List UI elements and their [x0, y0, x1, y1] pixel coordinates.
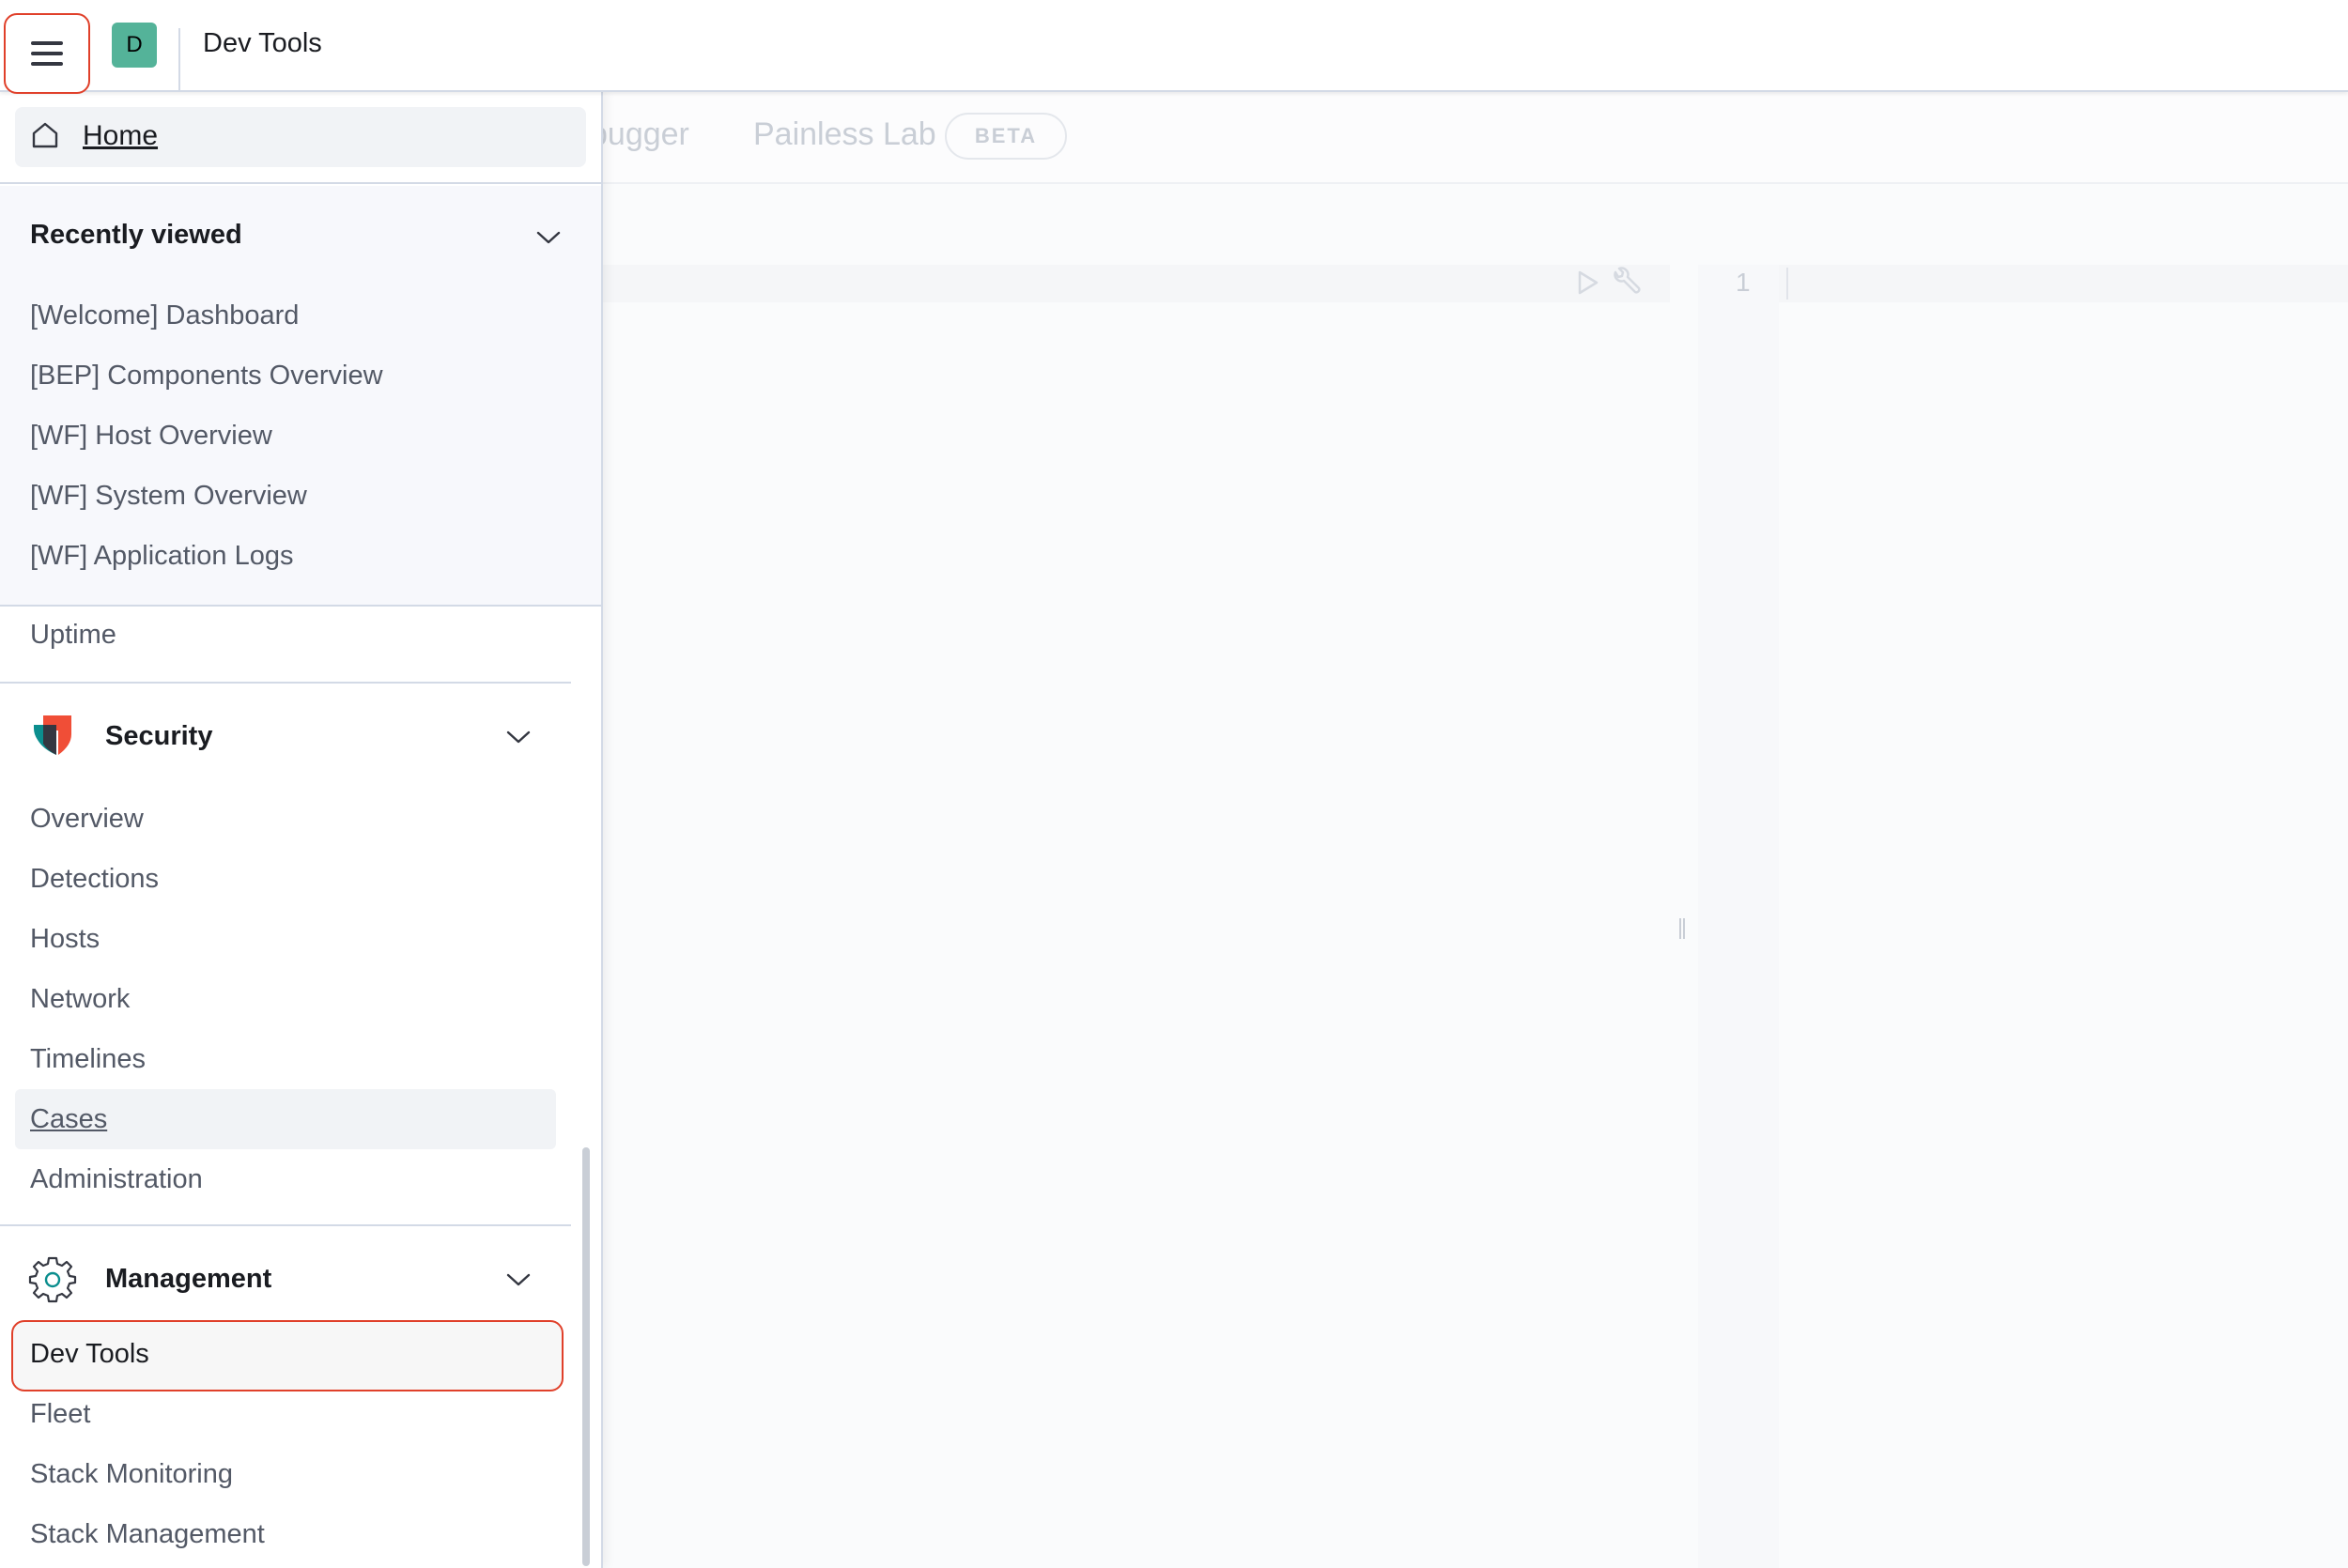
chevron-down-icon[interactable]: [535, 229, 562, 246]
nav-item-network[interactable]: Network: [30, 984, 130, 1015]
side-navigation: Home Recently viewed [Welcome] Dashboard…: [0, 92, 603, 1568]
nav-item-uptime[interactable]: Uptime: [30, 620, 116, 651]
recent-item[interactable]: [WF] Host Overview: [30, 421, 272, 452]
nav-item-fleet[interactable]: Fleet: [30, 1399, 90, 1430]
gear-icon: [28, 1256, 77, 1303]
recent-item[interactable]: [BEP] Components Overview: [30, 361, 383, 392]
nav-item-hosts[interactable]: Hosts: [30, 924, 100, 955]
editor-cursor: [1786, 268, 1788, 300]
security-logo-icon: [34, 715, 71, 755]
nav-item-overview[interactable]: Overview: [30, 804, 144, 835]
breadcrumb-current: Dev Tools: [203, 28, 322, 58]
recently-viewed-title[interactable]: Recently viewed: [30, 220, 242, 251]
nav-item-detections[interactable]: Detections: [30, 864, 159, 895]
management-section-title[interactable]: Management: [105, 1264, 271, 1295]
header-divider: [178, 28, 180, 90]
console-response-panel: [1779, 265, 2348, 302]
nav-home[interactable]: Home: [15, 107, 586, 167]
panel-resize-handle[interactable]: [1677, 916, 1687, 941]
line-number: 1: [1736, 268, 1751, 297]
play-icon[interactable]: [1576, 269, 1600, 297]
divider: [0, 605, 601, 607]
space-avatar[interactable]: D: [112, 23, 157, 68]
recent-item[interactable]: [WF] Application Logs: [30, 541, 293, 572]
tab-painless-lab[interactable]: Painless Lab: [753, 116, 936, 153]
security-section-title[interactable]: Security: [105, 721, 212, 752]
nav-item-dev-tools[interactable]: Dev Tools: [30, 1339, 149, 1370]
nav-item-timelines[interactable]: Timelines: [30, 1044, 146, 1075]
nav-item-cases[interactable]: Cases: [30, 1104, 107, 1135]
nav-item-stack-monitoring[interactable]: Stack Monitoring: [30, 1459, 233, 1490]
recently-viewed-section: Recently viewed [Welcome] Dashboard [BEP…: [0, 186, 601, 605]
tab-grok-debugger[interactable]: bugger: [590, 116, 689, 153]
nav-home-label[interactable]: Home: [83, 120, 158, 152]
hamburger-icon: [31, 41, 63, 66]
beta-badge: BETA: [945, 113, 1067, 160]
home-icon: [32, 122, 58, 148]
dev-tools-app: [601, 92, 2348, 1568]
chevron-down-icon[interactable]: [505, 1271, 532, 1288]
console-request-editor[interactable]: [601, 265, 1670, 302]
top-header: D Dev Tools: [0, 0, 2348, 94]
nav-item-stack-management[interactable]: Stack Management: [30, 1519, 265, 1550]
divider: [0, 682, 571, 684]
response-gutter: [1698, 265, 1779, 1568]
menu-toggle-button[interactable]: [4, 13, 90, 94]
divider: [0, 182, 601, 184]
chevron-down-icon[interactable]: [505, 729, 532, 746]
nav-item-administration[interactable]: Administration: [30, 1164, 203, 1195]
divider: [0, 1224, 571, 1226]
recent-item[interactable]: [WF] System Overview: [30, 481, 307, 512]
nav-scrollbar[interactable]: [582, 1147, 590, 1566]
wrench-icon[interactable]: [1608, 267, 1642, 300]
recent-item[interactable]: [Welcome] Dashboard: [30, 300, 299, 331]
